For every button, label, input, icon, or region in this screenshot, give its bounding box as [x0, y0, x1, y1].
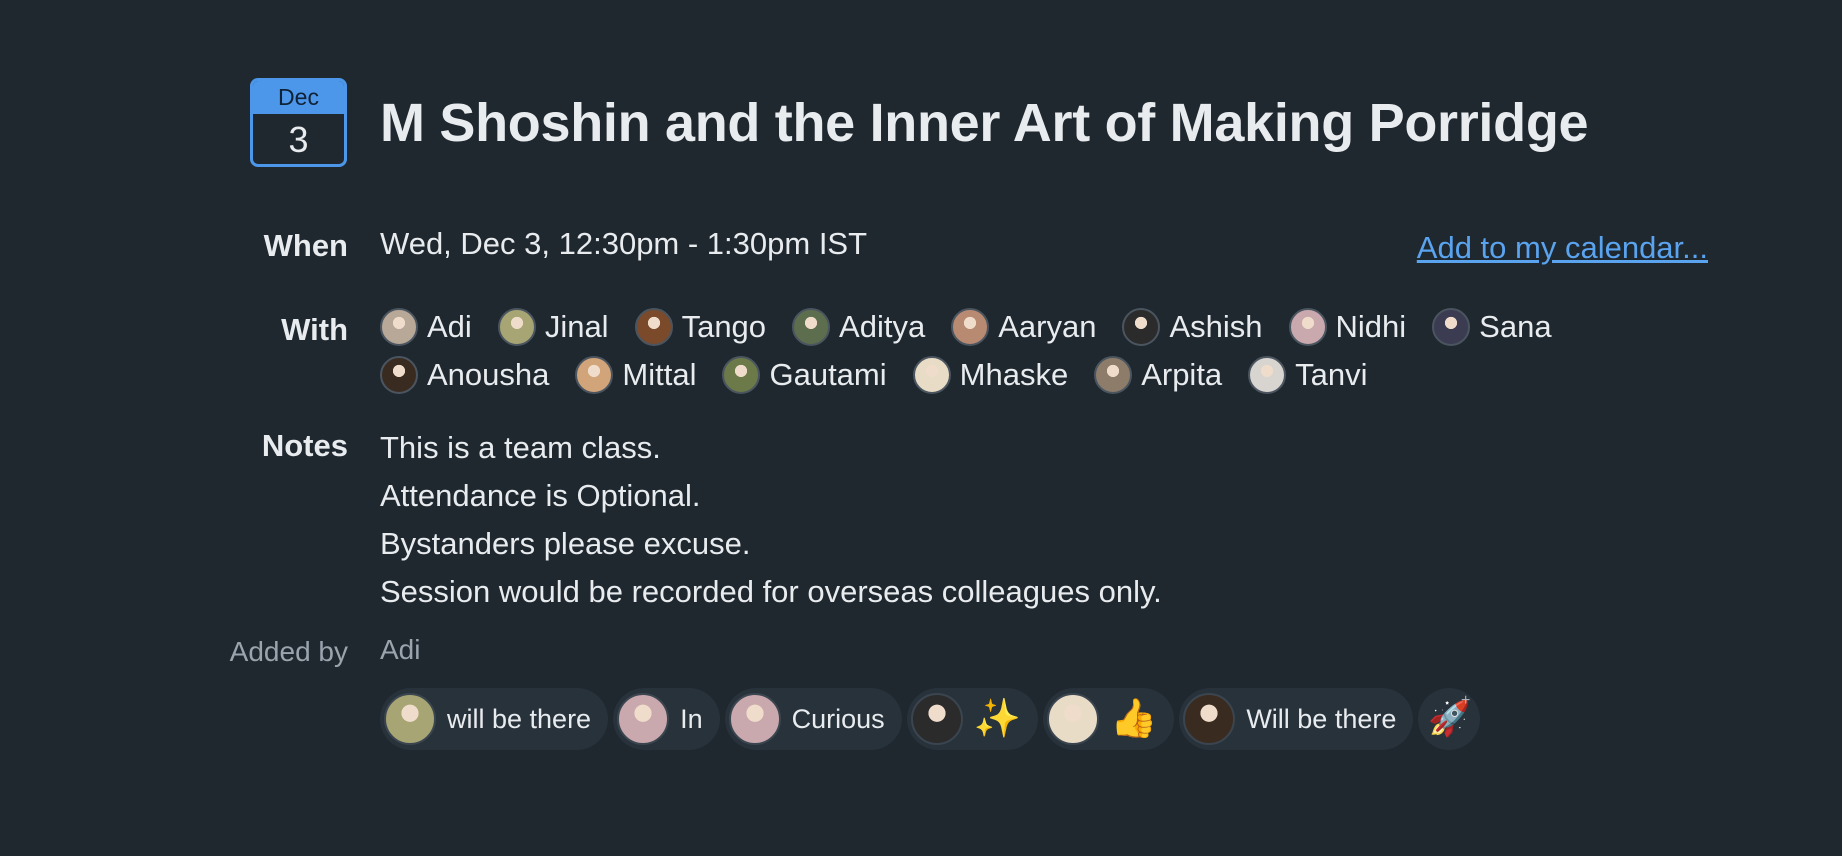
add-reaction-button[interactable]: 🚀 + [1418, 688, 1481, 750]
event-notes: This is a team class. Attendance is Optio… [380, 424, 1162, 616]
attendee-tanvi[interactable]: Tanvi [1248, 356, 1368, 394]
attendee-name: Nidhi [1335, 309, 1407, 344]
attendee-name: Arpita [1141, 357, 1223, 392]
avatar [912, 356, 951, 394]
reaction-pill[interactable]: Curious [724, 688, 902, 750]
attendee-arpita[interactable]: Arpita [1094, 356, 1222, 394]
avatar [1046, 693, 1099, 745]
attendee-anousha[interactable]: Anousha [380, 356, 549, 394]
event-title: M Shoshin and the Inner Art of Making Po… [380, 93, 1589, 153]
attendee-adi[interactable]: Adi [380, 308, 472, 346]
calendar-month: Dec [253, 81, 344, 114]
note-line: Bystanders please excuse. [380, 526, 751, 561]
attendee-name: Gautami [769, 357, 887, 392]
attendee-gautami[interactable]: Gautami [722, 356, 887, 394]
avatar [634, 308, 673, 346]
avatar [722, 356, 761, 394]
attendee-name: Jinal [544, 309, 609, 344]
reaction-pill[interactable]: will be there [380, 688, 609, 750]
reaction-pill[interactable]: In [613, 688, 720, 750]
plus-icon: + [1461, 692, 1471, 709]
attendee-name: Mhaske [959, 357, 1069, 392]
attendee-name: Tango [681, 309, 767, 344]
reaction-pill[interactable]: Will be there [1179, 688, 1414, 750]
note-line: Session would be recorded for overseas c… [380, 574, 1162, 609]
avatar [1094, 356, 1133, 394]
avatar [1248, 356, 1287, 394]
attendee-ashish[interactable]: Ashish [1122, 308, 1263, 346]
avatar [728, 693, 781, 745]
attendee-aditya[interactable]: Aditya [792, 308, 925, 346]
avatar [380, 308, 418, 346]
reaction-text: will be there [447, 703, 592, 734]
attendee-list: Adi Jinal Tango Aditya Aaryan Ashish Nidhi Sana… [380, 308, 1660, 394]
attendee-nidhi[interactable]: Nidhi [1288, 308, 1407, 346]
notes-label: Notes [261, 428, 348, 463]
attendee-name: Adi [427, 309, 472, 344]
attendee-jinal[interactable]: Jinal [497, 308, 609, 346]
with-label: With [281, 312, 348, 347]
attendee-sana[interactable]: Sana [1432, 308, 1552, 346]
attendee-name: Sana [1479, 309, 1552, 344]
calendar-day: 3 [288, 119, 309, 160]
note-line: Attendance is Optional. [380, 478, 701, 513]
avatar [1288, 308, 1327, 346]
reaction-text: In [680, 703, 703, 734]
avatar [792, 308, 831, 346]
avatar [497, 308, 536, 346]
avatar [575, 356, 614, 394]
reaction-emoji: ✨ [973, 698, 1021, 740]
add-to-calendar-link[interactable]: Add to my calendar... [1417, 230, 1708, 266]
attendee-name: Ashish [1169, 309, 1263, 344]
reaction-text: Will be there [1246, 703, 1397, 734]
attendee-name: Mittal [622, 357, 697, 392]
note-line: This is a team class. [380, 430, 661, 465]
attendee-name: Tanvi [1295, 357, 1368, 392]
reaction-emoji: 👍 [1109, 698, 1158, 740]
attendee-tango[interactable]: Tango [634, 308, 767, 346]
reaction-pill[interactable]: ✨ [906, 688, 1038, 750]
avatar [617, 693, 670, 745]
avatar [380, 356, 418, 394]
reaction-text: Curious [791, 703, 885, 734]
when-label: When [263, 228, 348, 263]
event-time: Wed, Dec 3, 12:30pm - 1:30pm IST [380, 226, 868, 261]
avatar [951, 308, 990, 346]
attendee-name: Aaryan [998, 309, 1097, 344]
reaction-bar: will be there In Curious ✨ 👍 Will be there 🚀 + [380, 688, 1481, 750]
attendee-name: Aditya [839, 309, 926, 344]
reaction-pill[interactable]: 👍 [1042, 688, 1175, 750]
calendar-date-badge: Dec 3 [250, 78, 347, 167]
avatar [1122, 308, 1161, 346]
attendee-name: Anousha [427, 357, 550, 392]
attendee-aaryan[interactable]: Aaryan [951, 308, 1096, 346]
avatar [1183, 693, 1236, 745]
added-by-name[interactable]: Adi [380, 634, 420, 666]
attendee-mhaske[interactable]: Mhaske [912, 356, 1069, 394]
added-by-label: Added by [229, 636, 348, 667]
attendee-mittal[interactable]: Mittal [575, 356, 696, 394]
avatar [384, 693, 436, 745]
avatar [910, 693, 963, 745]
avatar [1432, 308, 1471, 346]
